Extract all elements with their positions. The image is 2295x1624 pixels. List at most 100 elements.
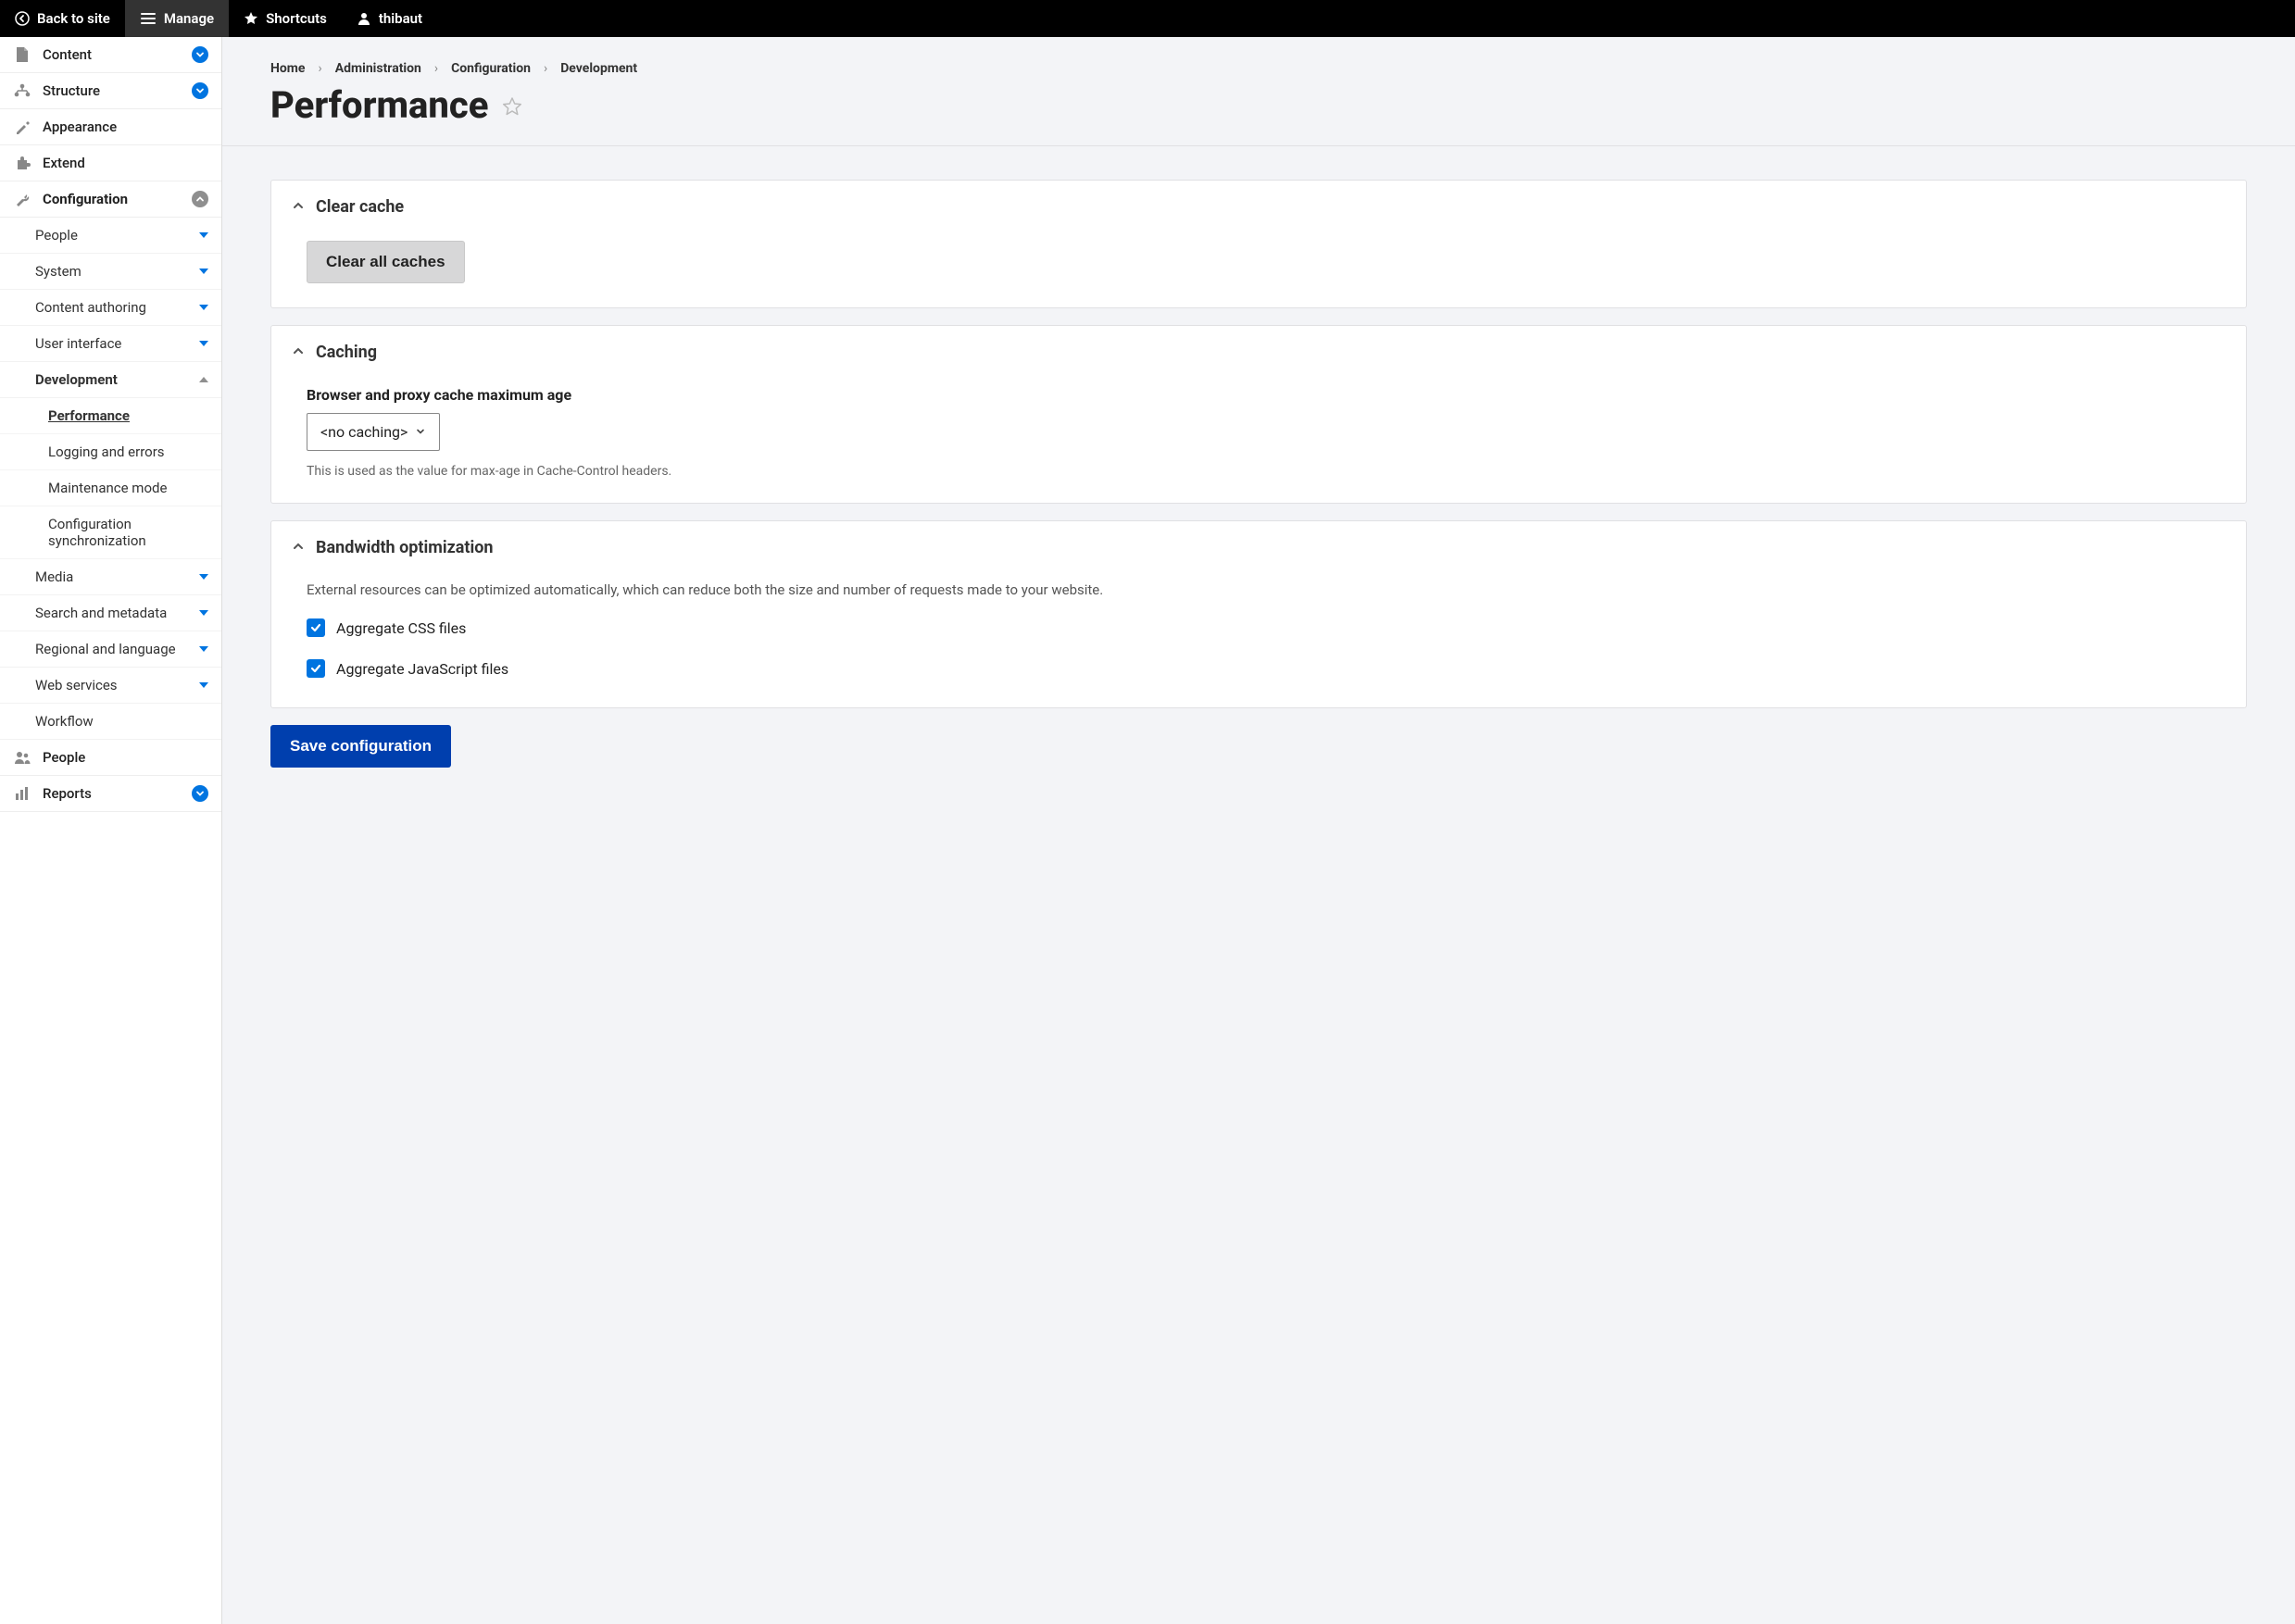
checkbox-row-js: Aggregate JavaScript files bbox=[307, 659, 2211, 678]
panel-header-clear-cache[interactable]: Clear cache bbox=[292, 197, 2226, 224]
sidebar-subitem-people[interactable]: People bbox=[0, 218, 221, 254]
sidebar-subitem2-performance[interactable]: Performance bbox=[0, 398, 221, 434]
chevron-down-icon bbox=[192, 785, 208, 802]
sidebar-subitem-user-interface[interactable]: User interface bbox=[0, 326, 221, 362]
star-outline-icon[interactable] bbox=[501, 83, 523, 127]
sidebar-subitem-media[interactable]: Media bbox=[0, 559, 221, 595]
puzzle-icon bbox=[13, 155, 31, 171]
user-icon bbox=[357, 11, 371, 26]
manage-button[interactable]: Manage bbox=[125, 0, 229, 37]
sidebar-subitem-search-metadata[interactable]: Search and metadata bbox=[0, 595, 221, 631]
sidebar-label: Development bbox=[35, 371, 118, 388]
sidebar-item-structure[interactable]: Structure bbox=[0, 73, 221, 109]
triangle-up-icon bbox=[199, 377, 208, 382]
sidebar-label: Extend bbox=[43, 155, 85, 171]
menu-icon bbox=[140, 10, 157, 27]
sidebar-label: Content bbox=[43, 46, 92, 63]
sidebar-subitem-development[interactable]: Development bbox=[0, 362, 221, 398]
chevron-up-icon bbox=[292, 538, 305, 557]
content-header: Home › Administration › Configuration › … bbox=[222, 37, 2295, 146]
panel-title: Caching bbox=[316, 343, 377, 362]
sidebar-label: People bbox=[35, 227, 78, 244]
clear-all-caches-button[interactable]: Clear all caches bbox=[307, 241, 465, 283]
breadcrumb-configuration[interactable]: Configuration bbox=[451, 61, 531, 76]
back-to-site-button[interactable]: Back to site bbox=[0, 0, 125, 37]
aggregate-js-checkbox[interactable] bbox=[307, 659, 325, 678]
sidebar-item-extend[interactable]: Extend bbox=[0, 145, 221, 181]
manage-label: Manage bbox=[164, 10, 214, 27]
sidebar-item-people[interactable]: People bbox=[0, 740, 221, 776]
panel-header-caching[interactable]: Caching bbox=[292, 343, 2226, 369]
user-button[interactable]: thibaut bbox=[342, 0, 437, 37]
sidebar-subitem2-logging[interactable]: Logging and errors bbox=[0, 434, 221, 470]
chevron-up-icon bbox=[292, 197, 305, 217]
chart-icon bbox=[13, 786, 31, 801]
triangle-down-icon bbox=[199, 610, 208, 616]
max-age-select[interactable]: <no caching> bbox=[307, 413, 440, 451]
page-title-text: Performance bbox=[270, 83, 488, 127]
panel-caching: Caching Browser and proxy cache maximum … bbox=[270, 325, 2247, 504]
sidebar-label: People bbox=[43, 749, 85, 766]
bandwidth-description: External resources can be optimized auto… bbox=[307, 581, 2211, 598]
triangle-down-icon bbox=[199, 269, 208, 274]
page-title: Performance bbox=[270, 83, 2247, 127]
breadcrumb-administration[interactable]: Administration bbox=[335, 61, 421, 76]
star-icon bbox=[244, 11, 258, 26]
sidebar-subitem2-config-sync[interactable]: Configuration synchronization bbox=[0, 506, 221, 559]
back-label: Back to site bbox=[37, 10, 110, 27]
chevron-up-icon bbox=[292, 343, 305, 362]
save-configuration-button[interactable]: Save configuration bbox=[270, 725, 451, 768]
sidebar-item-configuration[interactable]: Configuration bbox=[0, 181, 221, 218]
sidebar-subitem-web-services[interactable]: Web services bbox=[0, 668, 221, 704]
sidebar-label: Maintenance mode bbox=[48, 480, 167, 496]
breadcrumb-home[interactable]: Home bbox=[270, 61, 305, 76]
chevron-right-icon: › bbox=[544, 61, 547, 76]
content-area: Home › Administration › Configuration › … bbox=[222, 37, 2295, 1624]
wrench-icon bbox=[13, 191, 31, 207]
chevron-right-icon: › bbox=[434, 61, 438, 76]
panel-title: Clear cache bbox=[316, 197, 404, 217]
chevron-down-icon bbox=[192, 46, 208, 63]
top-toolbar: Back to site Manage Shortcuts thibaut bbox=[0, 0, 2295, 37]
sidebar-subitem2-maintenance[interactable]: Maintenance mode bbox=[0, 470, 221, 506]
sidebar-label: Logging and errors bbox=[48, 443, 165, 460]
people-icon bbox=[13, 750, 31, 765]
sidebar-item-appearance[interactable]: Appearance bbox=[0, 109, 221, 145]
sidebar-label: Web services bbox=[35, 677, 118, 693]
sidebar-label: Configuration bbox=[43, 191, 128, 207]
panel-title: Bandwidth optimization bbox=[316, 538, 494, 557]
sidebar-label: Performance bbox=[48, 407, 130, 424]
aggregate-css-checkbox[interactable] bbox=[307, 618, 325, 637]
back-icon bbox=[15, 11, 30, 26]
chevron-right-icon: › bbox=[318, 61, 321, 76]
sidebar-label: Search and metadata bbox=[35, 605, 167, 621]
sidebar-label: Configuration synchronization bbox=[48, 516, 208, 549]
structure-icon bbox=[13, 83, 31, 98]
panel-clear-cache: Clear cache Clear all caches bbox=[270, 180, 2247, 308]
sidebar-label: Appearance bbox=[43, 119, 117, 135]
triangle-down-icon bbox=[199, 305, 208, 310]
sidebar-label: User interface bbox=[35, 335, 121, 352]
shortcuts-button[interactable]: Shortcuts bbox=[229, 0, 342, 37]
breadcrumb-development[interactable]: Development bbox=[560, 61, 637, 76]
user-label: thibaut bbox=[379, 10, 422, 27]
sidebar-subitem-system[interactable]: System bbox=[0, 254, 221, 290]
breadcrumb: Home › Administration › Configuration › … bbox=[270, 61, 2247, 76]
sidebar-label: Content authoring bbox=[35, 299, 146, 316]
chevron-up-icon bbox=[192, 191, 208, 207]
sidebar-item-reports[interactable]: Reports bbox=[0, 776, 221, 812]
sidebar-label: Regional and language bbox=[35, 641, 176, 657]
help-text-max-age: This is used as the value for max-age in… bbox=[307, 464, 2211, 479]
sidebar-item-content[interactable]: Content bbox=[0, 37, 221, 73]
checkbox-label: Aggregate CSS files bbox=[336, 619, 466, 637]
triangle-down-icon bbox=[199, 682, 208, 688]
triangle-down-icon bbox=[199, 574, 208, 580]
select-value: <no caching> bbox=[320, 423, 408, 441]
sidebar-subitem-content-authoring[interactable]: Content authoring bbox=[0, 290, 221, 326]
sidebar-label: System bbox=[35, 263, 82, 280]
panel-header-bandwidth[interactable]: Bandwidth optimization bbox=[292, 538, 2226, 565]
chevron-down-icon bbox=[415, 423, 426, 441]
sidebar-label: Structure bbox=[43, 82, 100, 99]
sidebar-subitem-regional-language[interactable]: Regional and language bbox=[0, 631, 221, 668]
sidebar-subitem-workflow[interactable]: Workflow bbox=[0, 704, 221, 740]
